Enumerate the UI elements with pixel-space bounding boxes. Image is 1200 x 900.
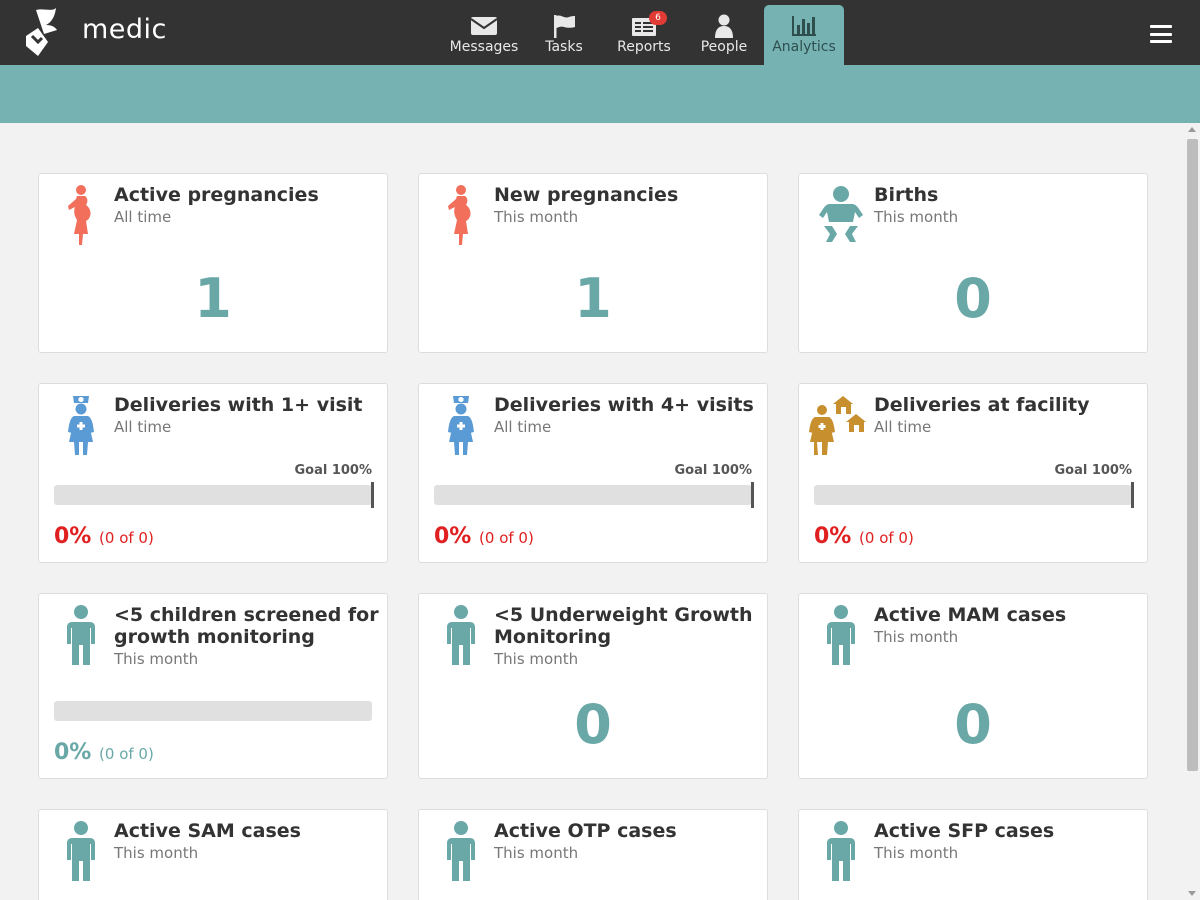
percent-value: 0% (0 of 0) — [54, 524, 154, 549]
card-deliveries-4-visits[interactable]: Deliveries with 4+ visits All time Goal … — [418, 383, 768, 563]
card-subtitle: All time — [114, 418, 172, 436]
card-title: Deliveries at facility — [874, 394, 1090, 416]
card-subtitle: This month — [114, 844, 199, 862]
flag-icon — [554, 15, 575, 38]
card-value: 0 — [574, 693, 612, 756]
medic-bird-logo-icon — [26, 8, 57, 56]
card-value: 0 — [954, 693, 992, 756]
tab-label: People — [700, 39, 748, 55]
percent-detail: (0 of 0) — [99, 745, 154, 763]
tab-messages[interactable]: Messages — [444, 5, 524, 65]
vertical-scrollbar[interactable] — [1185, 123, 1200, 900]
hamburger-menu-icon[interactable] — [1150, 25, 1172, 43]
child-icon — [55, 820, 107, 882]
child-icon — [435, 604, 487, 666]
card-title: Active pregnancies — [114, 184, 319, 206]
goal-marker — [1131, 482, 1134, 508]
card-title: Active SAM cases — [114, 820, 301, 842]
percent-detail: (0 of 0) — [99, 529, 154, 547]
main-tabs: Messages Tasks 6 Reports People Analytic… — [444, 5, 844, 65]
tab-label: Tasks — [545, 39, 583, 55]
child-icon — [55, 604, 107, 666]
scroll-up-arrow-icon[interactable] — [1188, 127, 1196, 132]
child-icon — [815, 820, 867, 882]
card-active-pregnancies[interactable]: Active pregnancies All time 1 — [38, 173, 388, 353]
card-new-pregnancies[interactable]: New pregnancies This month 1 — [418, 173, 768, 353]
card-subtitle: All time — [494, 418, 552, 436]
pregnant-woman-icon — [55, 184, 107, 246]
progress-bar — [54, 701, 372, 721]
logo-text: medic — [82, 14, 167, 45]
person-icon — [715, 14, 733, 38]
card-title: Active SFP cases — [874, 820, 1055, 842]
card-subtitle: This month — [114, 650, 199, 668]
card-title: <5 children screened for growth monitori… — [114, 604, 379, 648]
card-subtitle: This month — [494, 208, 579, 226]
reports-count-badge: 6 — [649, 11, 667, 25]
goal-marker — [751, 482, 754, 508]
tab-reports[interactable]: 6 Reports — [604, 5, 684, 65]
card-births[interactable]: Births This month 0 — [798, 173, 1148, 353]
goal-label: Goal 100% — [294, 463, 372, 478]
scrollbar-thumb[interactable] — [1187, 139, 1198, 771]
progress-bar — [54, 485, 372, 505]
facility-delivery-icon — [809, 394, 869, 456]
child-icon — [815, 604, 867, 666]
card-title: Active MAM cases — [874, 604, 1067, 626]
percent-detail: (0 of 0) — [859, 529, 914, 547]
card-children-screened[interactable]: <5 children screened for growth monitori… — [38, 593, 388, 779]
envelope-icon — [470, 17, 498, 35]
tab-people[interactable]: People — [684, 5, 764, 65]
card-title: Deliveries with 4+ visits — [494, 394, 754, 416]
card-value: 0 — [954, 267, 992, 330]
percent-detail: (0 of 0) — [479, 529, 534, 547]
card-deliveries-1-visit[interactable]: Deliveries with 1+ visit All time Goal 1… — [38, 383, 388, 563]
card-subtitle: This month — [874, 628, 959, 646]
goal-label: Goal 100% — [674, 463, 752, 478]
card-subtitle: This month — [494, 844, 579, 862]
tab-label: Messages — [449, 39, 519, 55]
card-title: Deliveries with 1+ visit — [114, 394, 363, 416]
card-active-otp[interactable]: Active OTP cases This month — [418, 809, 768, 900]
card-subtitle: All time — [114, 208, 172, 226]
nurse-icon — [55, 394, 107, 456]
card-value: 1 — [194, 267, 232, 330]
scroll-down-arrow-icon[interactable] — [1188, 891, 1196, 896]
card-active-sfp[interactable]: Active SFP cases This month — [798, 809, 1148, 900]
child-icon — [435, 820, 487, 882]
card-active-sam[interactable]: Active SAM cases This month — [38, 809, 388, 900]
pregnant-woman-icon — [435, 184, 487, 246]
card-subtitle: This month — [494, 650, 579, 668]
progress-bar — [814, 485, 1132, 505]
card-deliveries-at-facility[interactable]: Deliveries at facility All time Goal 100… — [798, 383, 1148, 563]
card-title: <5 Underweight Growth Monitoring — [494, 604, 753, 648]
goal-label: Goal 100% — [1054, 463, 1132, 478]
card-title: New pregnancies — [494, 184, 679, 206]
card-subtitle: This month — [874, 208, 959, 226]
nurse-icon — [435, 394, 487, 456]
card-subtitle: This month — [874, 844, 959, 862]
card-value: 1 — [574, 267, 612, 330]
percent-value: 0% (0 of 0) — [814, 524, 914, 549]
tab-label: Reports — [617, 39, 671, 55]
card-underweight-growth[interactable]: <5 Underweight Growth Monitoring This mo… — [418, 593, 768, 779]
progress-bar — [434, 485, 752, 505]
baby-icon — [815, 184, 867, 246]
goal-marker — [371, 482, 374, 508]
card-active-mam[interactable]: Active MAM cases This month 0 — [798, 593, 1148, 779]
medic-logo[interactable]: medic — [22, 6, 166, 60]
percent-value: 0% (0 of 0) — [54, 740, 154, 765]
card-title: Births — [874, 184, 939, 206]
tab-analytics[interactable]: Analytics — [764, 5, 844, 65]
percent-value: 0% (0 of 0) — [434, 524, 534, 549]
tab-tasks[interactable]: Tasks — [524, 5, 604, 65]
card-subtitle: All time — [874, 418, 932, 436]
card-title: Active OTP cases — [494, 820, 677, 842]
bar-chart-icon — [792, 16, 816, 36]
tab-label: Analytics — [772, 39, 836, 55]
top-navigation-bar: medic Messages Tasks 6 Reports People An… — [0, 0, 1200, 65]
header-strip — [0, 65, 1200, 123]
